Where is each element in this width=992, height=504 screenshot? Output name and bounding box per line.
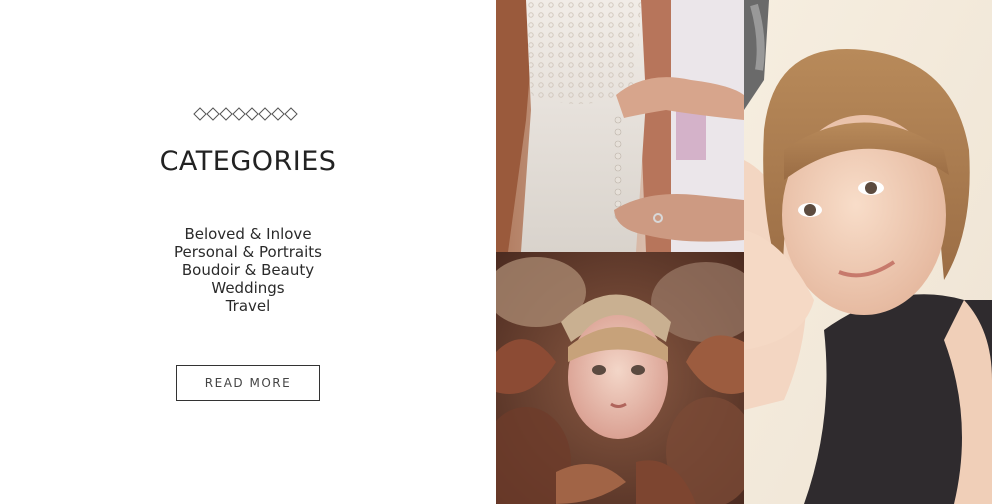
category-item-boudoir[interactable]: Boudoir & Beauty [0,261,496,279]
category-item-travel[interactable]: Travel [0,297,496,315]
categories-panel: CATEGORIES Beloved & Inlove Personal & P… [0,0,496,504]
section-title: CATEGORIES [159,146,337,177]
child-in-autumn-leaves-photo[interactable] [496,252,744,504]
smiling-girl-portrait-photo[interactable] [744,0,992,504]
category-item-weddings[interactable]: Weddings [0,279,496,297]
category-item-beloved[interactable]: Beloved & Inlove [0,225,496,243]
read-more-button[interactable]: READ MORE [176,365,320,401]
category-list: Beloved & Inlove Personal & Portraits Bo… [0,225,496,315]
diamond-divider-icon [193,107,298,121]
bride-dress-lacing-photo[interactable] [496,0,744,252]
category-item-portraits[interactable]: Personal & Portraits [0,243,496,261]
